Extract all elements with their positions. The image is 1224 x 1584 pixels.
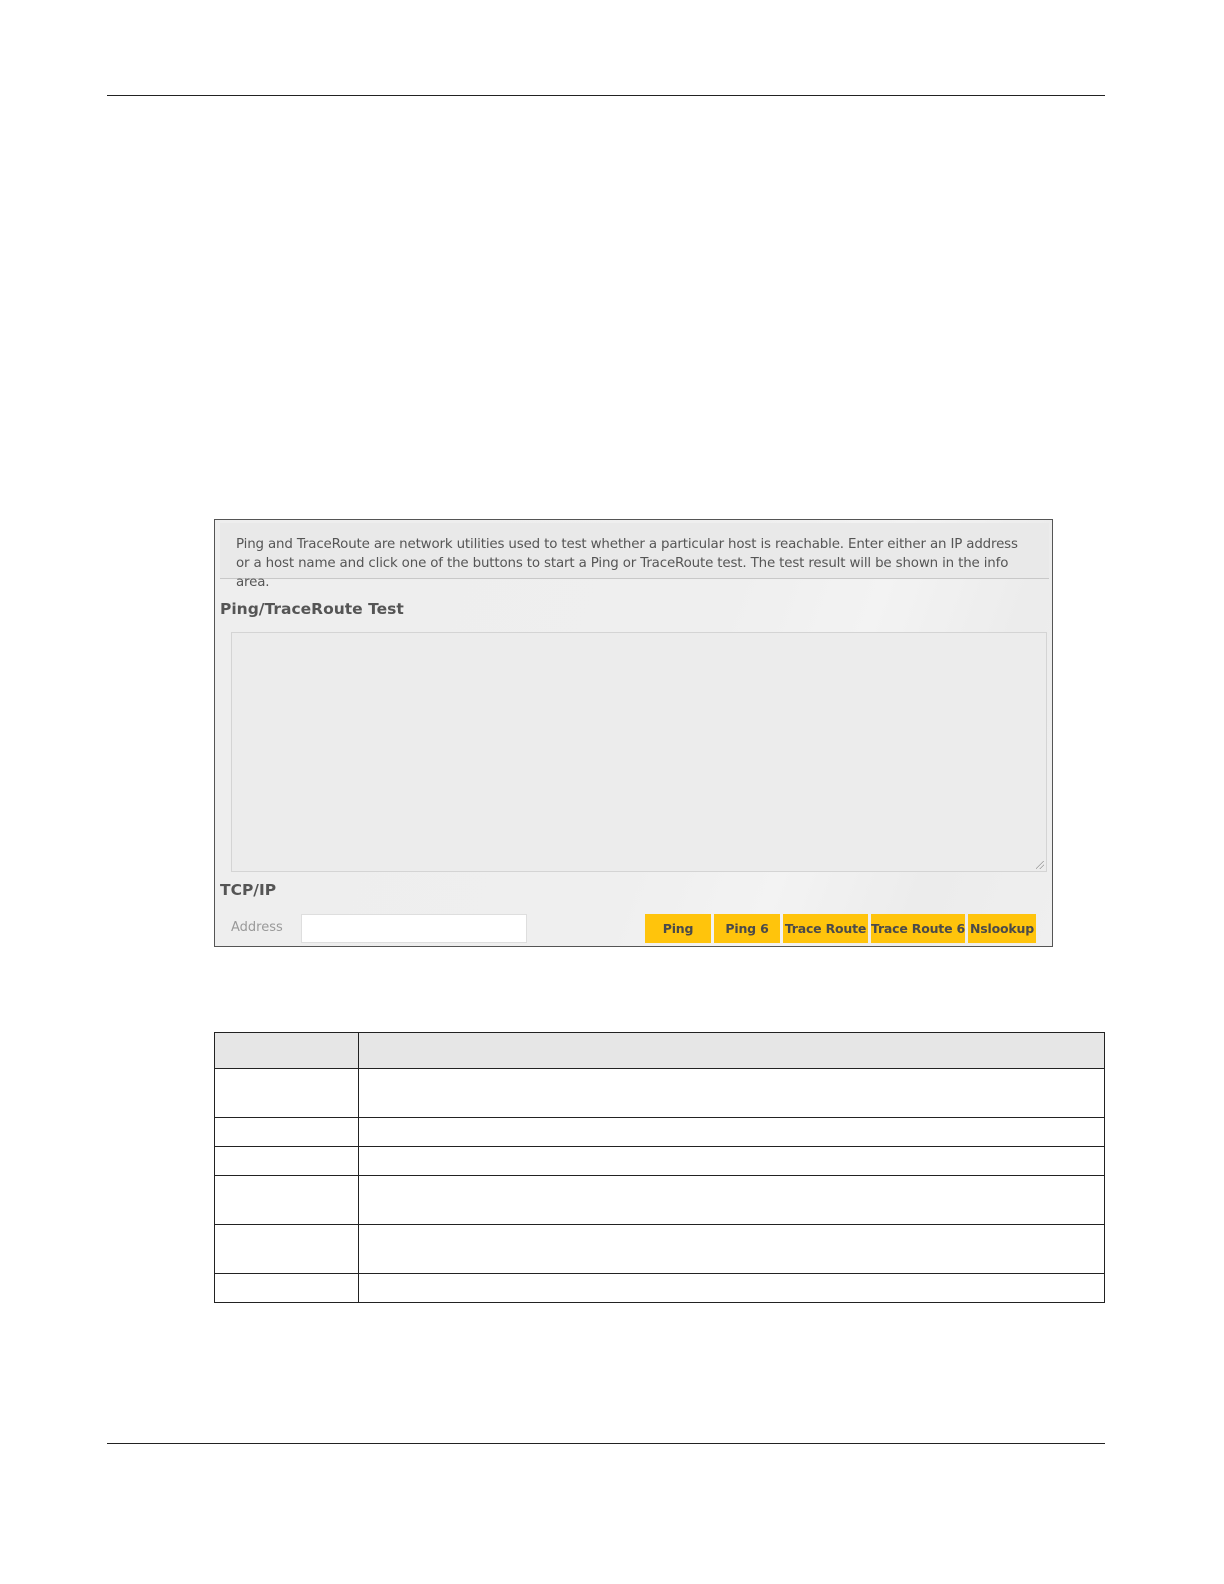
table-cell: [214, 1224, 359, 1274]
table-header-row: [214, 1032, 1105, 1069]
ping-button[interactable]: Ping: [645, 914, 711, 943]
table-row: [214, 1273, 1105, 1303]
field-description-table: [214, 1032, 1105, 1303]
table-cell: [358, 1175, 1105, 1225]
table-cell: [358, 1273, 1105, 1303]
table-cell: [358, 1146, 1105, 1176]
address-label: Address: [231, 920, 283, 935]
table-row: [214, 1175, 1105, 1225]
trace-route-button[interactable]: Trace Route: [783, 914, 868, 943]
table-header-description: [358, 1032, 1105, 1069]
table-cell: [214, 1146, 359, 1176]
trace-route6-button[interactable]: Trace Route 6: [871, 914, 965, 943]
table-cell: [214, 1273, 359, 1303]
table-cell: [214, 1068, 359, 1118]
info-description: Ping and TraceRoute are network utilitie…: [220, 523, 1049, 590]
table-cell: [358, 1068, 1105, 1118]
table-cell: [358, 1117, 1105, 1147]
table-row: [214, 1224, 1105, 1274]
ping-traceroute-screen: Ping and TraceRoute are network utilitie…: [214, 519, 1053, 947]
table-cell: [358, 1224, 1105, 1274]
address-input[interactable]: [301, 914, 527, 943]
header-rule: [107, 95, 1105, 96]
result-textarea[interactable]: [231, 632, 1047, 872]
table-row: [214, 1146, 1105, 1176]
resize-grip-icon[interactable]: [1036, 861, 1044, 869]
section-title-test: Ping/TraceRoute Test: [220, 600, 404, 618]
nslookup-button[interactable]: Nslookup: [968, 914, 1036, 943]
table-cell: [214, 1117, 359, 1147]
table-row: [214, 1068, 1105, 1118]
table-cell: [214, 1175, 359, 1225]
section-title-tcpip: TCP/IP: [220, 881, 277, 899]
table-row: [214, 1117, 1105, 1147]
ping6-button[interactable]: Ping 6: [714, 914, 780, 943]
table-header-label: [214, 1032, 359, 1069]
footer-rule: [107, 1443, 1105, 1444]
